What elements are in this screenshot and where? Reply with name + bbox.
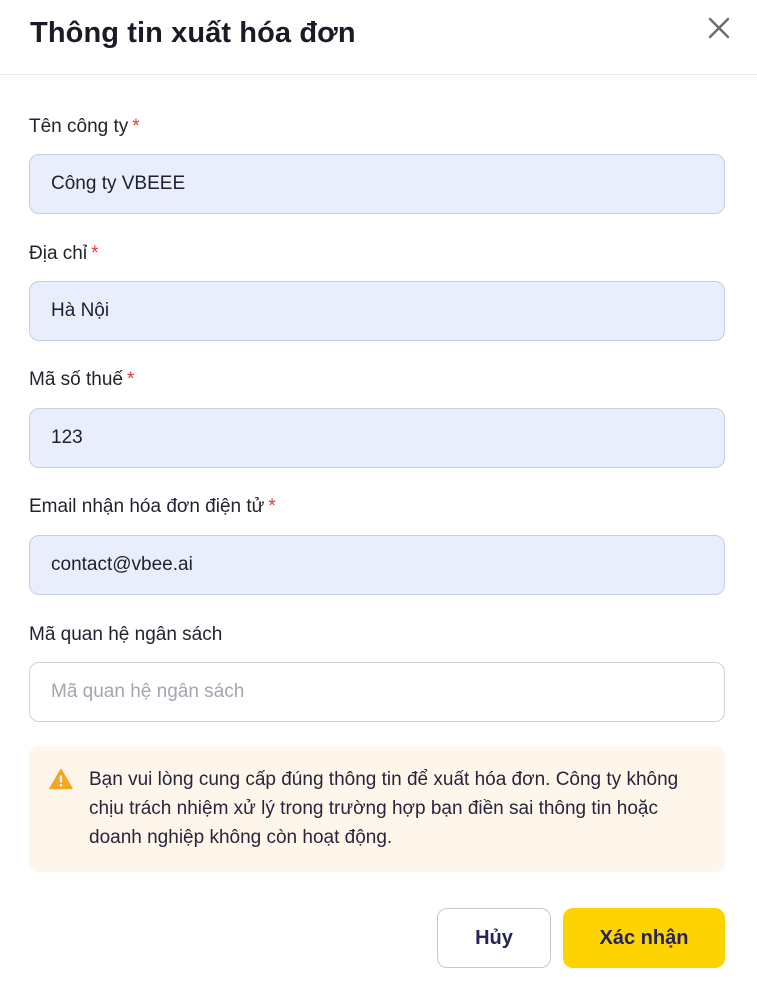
address-label: Địa chỉ * (29, 241, 98, 267)
required-mark: * (132, 116, 140, 137)
warning-notice: Bạn vui lòng cung cấp đúng thông tin để … (29, 746, 725, 872)
notice-text: Bạn vui lòng cung cấp đúng thông tin để … (89, 769, 679, 848)
address-input[interactable] (29, 281, 725, 341)
dialog-header: Thông tin xuất hóa đơn (0, 0, 757, 75)
company-name-input[interactable] (29, 154, 725, 214)
company-name-label-text: Tên công ty (29, 116, 129, 137)
budget-code-label: Mã quan hệ ngân sách (29, 622, 222, 648)
cancel-button[interactable]: Hủy (437, 908, 551, 968)
required-mark: * (91, 243, 99, 264)
required-mark: * (268, 496, 276, 517)
budget-code-label-text: Mã quan hệ ngân sách (29, 624, 223, 645)
close-button[interactable] (703, 12, 735, 44)
address-label-text: Địa chỉ (29, 243, 88, 264)
dialog-title: Thông tin xuất hóa đơn (30, 17, 356, 49)
budget-code-input[interactable] (29, 662, 725, 722)
close-icon (708, 17, 730, 39)
email-label-text: Email nhận hóa đơn điện tử (29, 496, 265, 517)
email-label: Email nhận hóa đơn điện tử * (29, 494, 276, 520)
tax-code-label: Mã số thuế * (29, 367, 134, 393)
tax-code-input[interactable] (29, 408, 725, 468)
required-mark: * (127, 369, 135, 390)
tax-code-label-text: Mã số thuế (29, 369, 123, 390)
warning-icon (49, 768, 73, 790)
confirm-button[interactable]: Xác nhận (563, 908, 725, 968)
company-name-label: Tên công ty * (29, 114, 140, 140)
email-input[interactable] (29, 535, 725, 595)
